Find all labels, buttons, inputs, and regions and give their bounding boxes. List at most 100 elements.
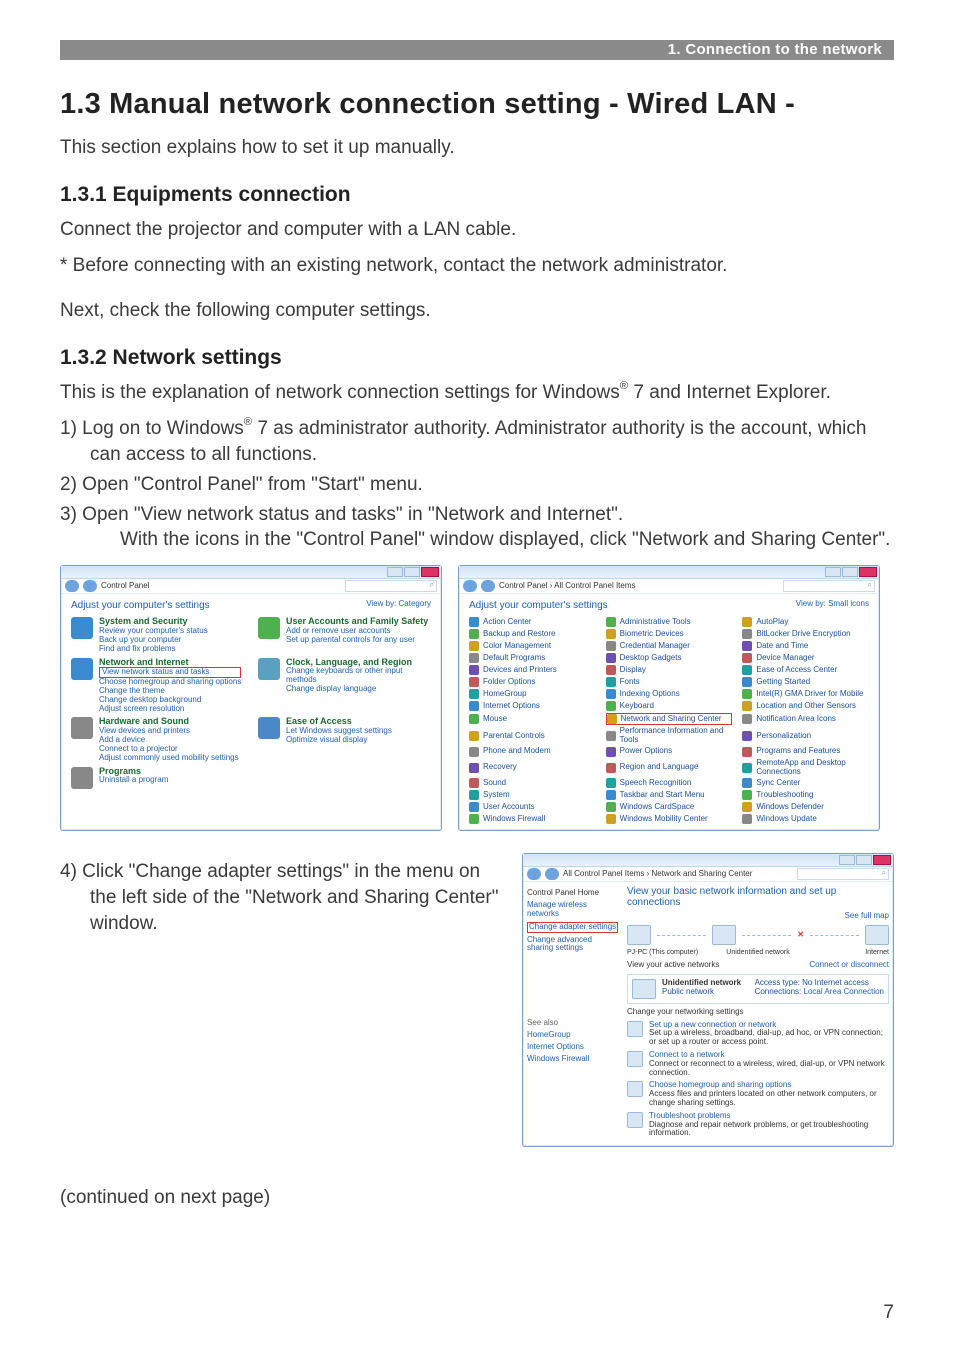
item-icon (606, 653, 616, 663)
category-icon (71, 617, 93, 639)
item-icon (469, 790, 479, 800)
cp-list-item: Phone and Modem (469, 747, 596, 757)
cp-list-item: Display (606, 665, 733, 675)
item-icon (742, 641, 752, 651)
nsc-task: Choose homegroup and sharing optionsAcce… (627, 1081, 889, 1107)
change-settings-heading: Change your networking settings (627, 1008, 889, 1017)
cp-list-item: Folder Options (469, 677, 596, 687)
cp-list-item: Programs and Features (742, 747, 869, 757)
cp-list-item: Internet Options (469, 701, 596, 711)
cp-list-item: Speech Recognition (606, 778, 733, 788)
item-icon (469, 677, 479, 687)
cp-list-item: Backup and Restore (469, 629, 596, 639)
adjust-heading: Adjust your computer's settings (71, 600, 210, 611)
side-link: Change advanced sharing settings (527, 936, 619, 954)
close-icon (873, 855, 891, 865)
item-icon (606, 617, 616, 627)
category-icon (71, 658, 93, 680)
side-link: Manage wireless networks (527, 901, 619, 919)
search-input: ⌕ (345, 580, 437, 592)
item-icon (469, 689, 479, 699)
p-131-c: Next, check the following computer setti… (60, 298, 894, 324)
nsc-heading: View your basic network information and … (627, 886, 889, 908)
cp-list-item: HomeGroup (469, 689, 596, 699)
cp-list-item: Ease of Access Center (742, 665, 869, 675)
view-by: View by: Small icons (796, 600, 869, 611)
address-crumb: Control Panel (101, 582, 149, 591)
item-icon (742, 778, 752, 788)
item-icon (469, 701, 479, 711)
item-icon (606, 677, 616, 687)
see-also-heading: See also (527, 1019, 619, 1028)
cp-list-item: System (469, 790, 596, 800)
cp-list-item: Sync Center (742, 778, 869, 788)
diagram-label: Unidentified network (714, 949, 801, 957)
cp-list-item: Desktop Gadgets (606, 653, 733, 663)
cp-list-item: User Accounts (469, 802, 596, 812)
cp-list-item: Date and Time (742, 641, 869, 651)
connect-disconnect-link: Connect or disconnect (809, 961, 889, 970)
search-input: ⌕ (783, 580, 875, 592)
search-icon: ⌕ (868, 581, 872, 590)
cp-list-item: Windows Defender (742, 802, 869, 812)
minimize-icon (839, 855, 855, 865)
maximize-icon (842, 567, 858, 577)
x-icon: ✕ (797, 931, 804, 940)
cp-list-item: Location and Other Sensors (742, 701, 869, 711)
network-name: Unidentified network (662, 978, 741, 987)
step-3: 3) Open "View network status and tasks" … (60, 502, 894, 554)
category-item: System and SecurityReview your computer'… (71, 617, 244, 653)
item-icon (469, 731, 479, 741)
cp-list-item: RemoteApp and Desktop Connections (742, 759, 869, 777)
item-icon (606, 747, 616, 757)
screenshot-control-panel-list: Control Panel › All Control Panel Items … (458, 565, 880, 831)
item-icon (606, 731, 616, 741)
cp-list-item: Device Manager (742, 653, 869, 663)
active-heading: View your active networks (627, 961, 719, 970)
item-icon (606, 689, 616, 699)
item-icon (742, 677, 752, 687)
item-icon (742, 747, 752, 757)
item-icon (469, 665, 479, 675)
cp-list-item: Performance Information and Tools (606, 727, 733, 745)
cp-list-item: Power Options (606, 747, 733, 757)
close-icon (421, 567, 439, 577)
cp-list-item: Getting Started (742, 677, 869, 687)
maximize-icon (856, 855, 872, 865)
cp-list-item: Credential Manager (606, 641, 733, 651)
search-input: ⌕ (797, 868, 889, 880)
side-link: Internet Options (527, 1043, 619, 1052)
item-icon (607, 714, 617, 724)
cp-list-item: Biometric Devices (606, 629, 733, 639)
item-icon (469, 814, 479, 824)
forward-icon (481, 580, 495, 592)
category-icon (71, 717, 93, 739)
cp-list-item: Parental Controls (469, 727, 596, 745)
screenshot-control-panel-category: Control Panel ⌕ Adjust your computer's s… (60, 565, 442, 831)
page-title: 1.3 Manual network connection setting - … (60, 88, 894, 121)
task-icon (627, 1021, 643, 1037)
address-crumb: Control Panel › All Control Panel Items (499, 582, 636, 591)
item-icon (742, 790, 752, 800)
item-icon (742, 653, 752, 663)
see-full-map-link: See full map (627, 912, 889, 921)
cp-list-item: Region and Language (606, 759, 733, 777)
task-icon (627, 1112, 643, 1128)
side-link-change-adapter: Change adapter settings (527, 922, 619, 933)
p-132-intro: This is the explanation of network conne… (60, 380, 894, 406)
item-icon (606, 665, 616, 675)
close-icon (859, 567, 877, 577)
item-icon (606, 629, 616, 639)
network-diagram: ✕ (627, 925, 889, 945)
item-icon (742, 617, 752, 627)
subheading-131: 1.3.1 Equipments connection (60, 183, 894, 207)
minimize-icon (825, 567, 841, 577)
item-icon (742, 701, 752, 711)
nsc-task: Set up a new connection or networkSet up… (627, 1021, 889, 1047)
forward-icon (83, 580, 97, 592)
item-icon (469, 802, 479, 812)
category-item: User Accounts and Family SafetyAdd or re… (258, 617, 431, 653)
item-icon (469, 747, 479, 757)
screenshot-network-sharing-center: All Control Panel Items › Network and Sh… (522, 853, 894, 1147)
cp-list-item: Indexing Options (606, 689, 733, 699)
